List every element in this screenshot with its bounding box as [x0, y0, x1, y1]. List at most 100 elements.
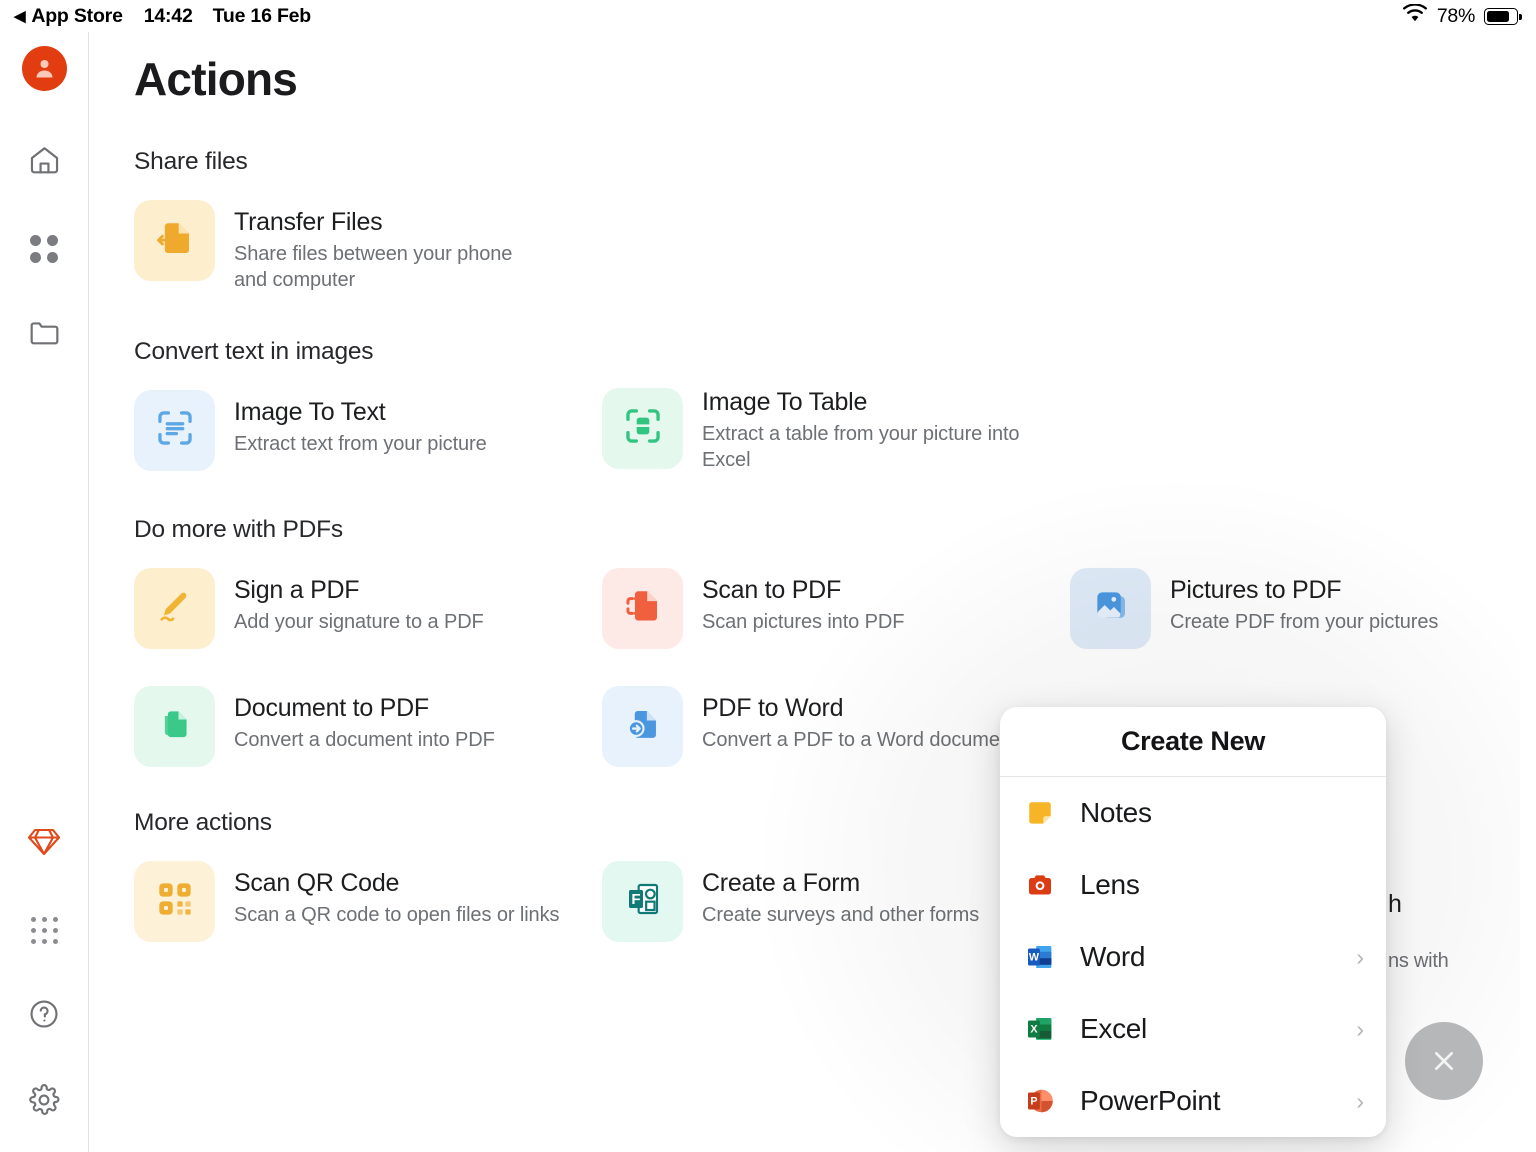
sidebar-item-help[interactable] — [16, 988, 72, 1044]
notes-icon — [1024, 798, 1055, 829]
status-bar: ◀ App Store 14:42 Tue 16 Feb 78% — [0, 0, 1536, 32]
svg-text:W: W — [1028, 952, 1039, 964]
action-subtitle: Convert a PDF to a Word document — [702, 728, 1002, 754]
action-subtitle: Add your signature to a PDF — [234, 610, 484, 636]
lens-camera-icon — [1024, 870, 1055, 901]
tile-background — [134, 390, 215, 471]
section-title: Convert text in images — [134, 338, 1536, 366]
chevron-right-icon: › — [1356, 1018, 1364, 1041]
sidebar-item-files[interactable] — [16, 307, 72, 363]
powerpoint-icon: P — [1024, 1086, 1055, 1117]
action-pictures-to-pdf[interactable]: Pictures to PDF Create PDF from your pic… — [1070, 566, 1536, 649]
popover-item-powerpoint[interactable]: P PowerPoint › — [1000, 1065, 1386, 1137]
section-title: Share files — [134, 148, 1536, 176]
popover-item-label: Notes — [1080, 797, 1339, 829]
action-document-to-pdf[interactable]: Document to PDF Convert a document into … — [134, 684, 602, 767]
action-title: Sign a PDF — [234, 576, 484, 605]
help-circle-icon — [27, 997, 61, 1036]
action-text: Scan QR Code Scan a QR code to open file… — [234, 861, 534, 929]
action-subtitle: Scan a QR code to open files or links — [234, 903, 534, 929]
tile-background — [602, 388, 683, 469]
image-to-table-icon — [622, 405, 664, 452]
sidebar-item-premium[interactable] — [16, 816, 72, 872]
action-text: Image To Table Extract a table from your… — [702, 388, 1032, 473]
status-bar-left: ◀ App Store 14:42 Tue 16 Feb — [14, 5, 311, 28]
pictures-to-pdf-icon — [1090, 585, 1132, 632]
tile-background — [1070, 568, 1151, 649]
action-transfer-files[interactable]: Transfer Files Share files between your … — [134, 198, 602, 293]
tile-background — [134, 200, 215, 281]
action-title: Image To Text — [234, 398, 487, 427]
action-sign-a-pdf[interactable]: Sign a PDF Add your signature to a PDF — [134, 566, 602, 649]
action-image-to-table[interactable]: Image To Table Extract a table from your… — [602, 388, 1070, 473]
status-bar-time: 14:42 — [144, 5, 193, 28]
status-bar-right: 78% — [1402, 4, 1518, 29]
popover-item-word[interactable]: W Word › — [1000, 921, 1386, 993]
document-to-pdf-icon — [154, 703, 196, 750]
section-share-files: Share files Transfer Files Share files b… — [134, 148, 1536, 293]
sidebar-item-settings[interactable] — [16, 1074, 72, 1130]
action-title: Image To Table — [702, 388, 1032, 417]
action-subtitle: Create surveys and other forms — [702, 903, 979, 929]
action-scan-to-pdf[interactable]: Scan to PDF Scan pictures into PDF — [602, 566, 1070, 649]
action-scan-qr-code[interactable]: Scan QR Code Scan a QR code to open file… — [134, 859, 602, 942]
sidebar-bottom-group — [16, 816, 72, 1152]
transfer-files-icon — [154, 217, 196, 264]
word-icon: W — [1024, 942, 1055, 973]
action-title: Document to PDF — [234, 694, 495, 723]
action-text: Document to PDF Convert a document into … — [234, 686, 495, 754]
popover-title: Create New — [1000, 707, 1386, 777]
action-title: Scan to PDF — [702, 576, 904, 605]
tile-background — [602, 568, 683, 649]
action-subtitle: Extract a table from your picture into E… — [702, 422, 1032, 473]
page-title: Actions — [134, 52, 1536, 106]
excel-icon: X — [1024, 1014, 1055, 1045]
action-text: Create a Form Create surveys and other f… — [702, 861, 979, 929]
chevron-right-icon: › — [1356, 1090, 1364, 1113]
action-text: Scan to PDF Scan pictures into PDF — [702, 568, 904, 636]
section-title: Do more with PDFs — [134, 516, 1536, 544]
action-subtitle: Share files between your phone and compu… — [234, 242, 534, 293]
obscured-action-subtitle-fragment: ns with — [1388, 950, 1449, 973]
action-image-to-text[interactable]: Image To Text Extract text from your pic… — [134, 388, 602, 473]
action-title: Transfer Files — [234, 208, 534, 237]
popover-item-excel[interactable]: X Excel › — [1000, 993, 1386, 1065]
image-to-text-icon — [154, 407, 196, 454]
tile-background: F — [602, 861, 683, 942]
sidebar-item-apps[interactable] — [16, 221, 72, 277]
left-sidebar — [0, 32, 89, 1152]
action-subtitle: Create PDF from your pictures — [1170, 610, 1438, 636]
action-subtitle: Extract text from your picture — [234, 432, 487, 458]
home-icon — [27, 143, 62, 183]
battery-icon — [1484, 8, 1518, 25]
dots-grid-icon — [31, 917, 58, 944]
close-fab-button[interactable] — [1405, 1022, 1483, 1100]
action-title: Create a Form — [702, 869, 979, 898]
popover-item-label: PowerPoint — [1080, 1085, 1331, 1117]
svg-text:X: X — [1030, 1024, 1038, 1036]
back-arrow-icon[interactable]: ◀ — [14, 9, 25, 24]
tile-background — [134, 861, 215, 942]
action-text: Pictures to PDF Create PDF from your pic… — [1170, 568, 1438, 636]
popover-item-label: Lens — [1080, 869, 1339, 901]
avatar[interactable] — [22, 46, 67, 91]
sidebar-item-more-apps[interactable] — [16, 902, 72, 958]
action-text: Transfer Files Share files between your … — [234, 200, 534, 293]
popover-item-notes[interactable]: Notes — [1000, 777, 1386, 849]
diamond-icon — [26, 824, 62, 865]
action-title: PDF to Word — [702, 694, 1002, 723]
popover-item-lens[interactable]: Lens — [1000, 849, 1386, 921]
sign-pdf-pen-icon — [154, 585, 196, 632]
gear-icon — [27, 1083, 61, 1122]
action-text: PDF to Word Convert a PDF to a Word docu… — [702, 686, 1002, 754]
sidebar-item-home[interactable] — [16, 135, 72, 191]
apps-grid-icon — [30, 235, 58, 263]
back-to-app-store-label[interactable]: App Store — [31, 5, 122, 28]
folder-icon — [27, 315, 62, 355]
qr-code-icon — [155, 879, 195, 924]
action-title: Pictures to PDF — [1170, 576, 1438, 605]
popover-item-label: Word — [1080, 941, 1331, 973]
app-root: ◀ App Store 14:42 Tue 16 Feb 78% — [0, 0, 1536, 1152]
create-new-popover: Create New Notes Lens W Word › X — [1000, 707, 1386, 1137]
action-subtitle: Convert a document into PDF — [234, 728, 495, 754]
